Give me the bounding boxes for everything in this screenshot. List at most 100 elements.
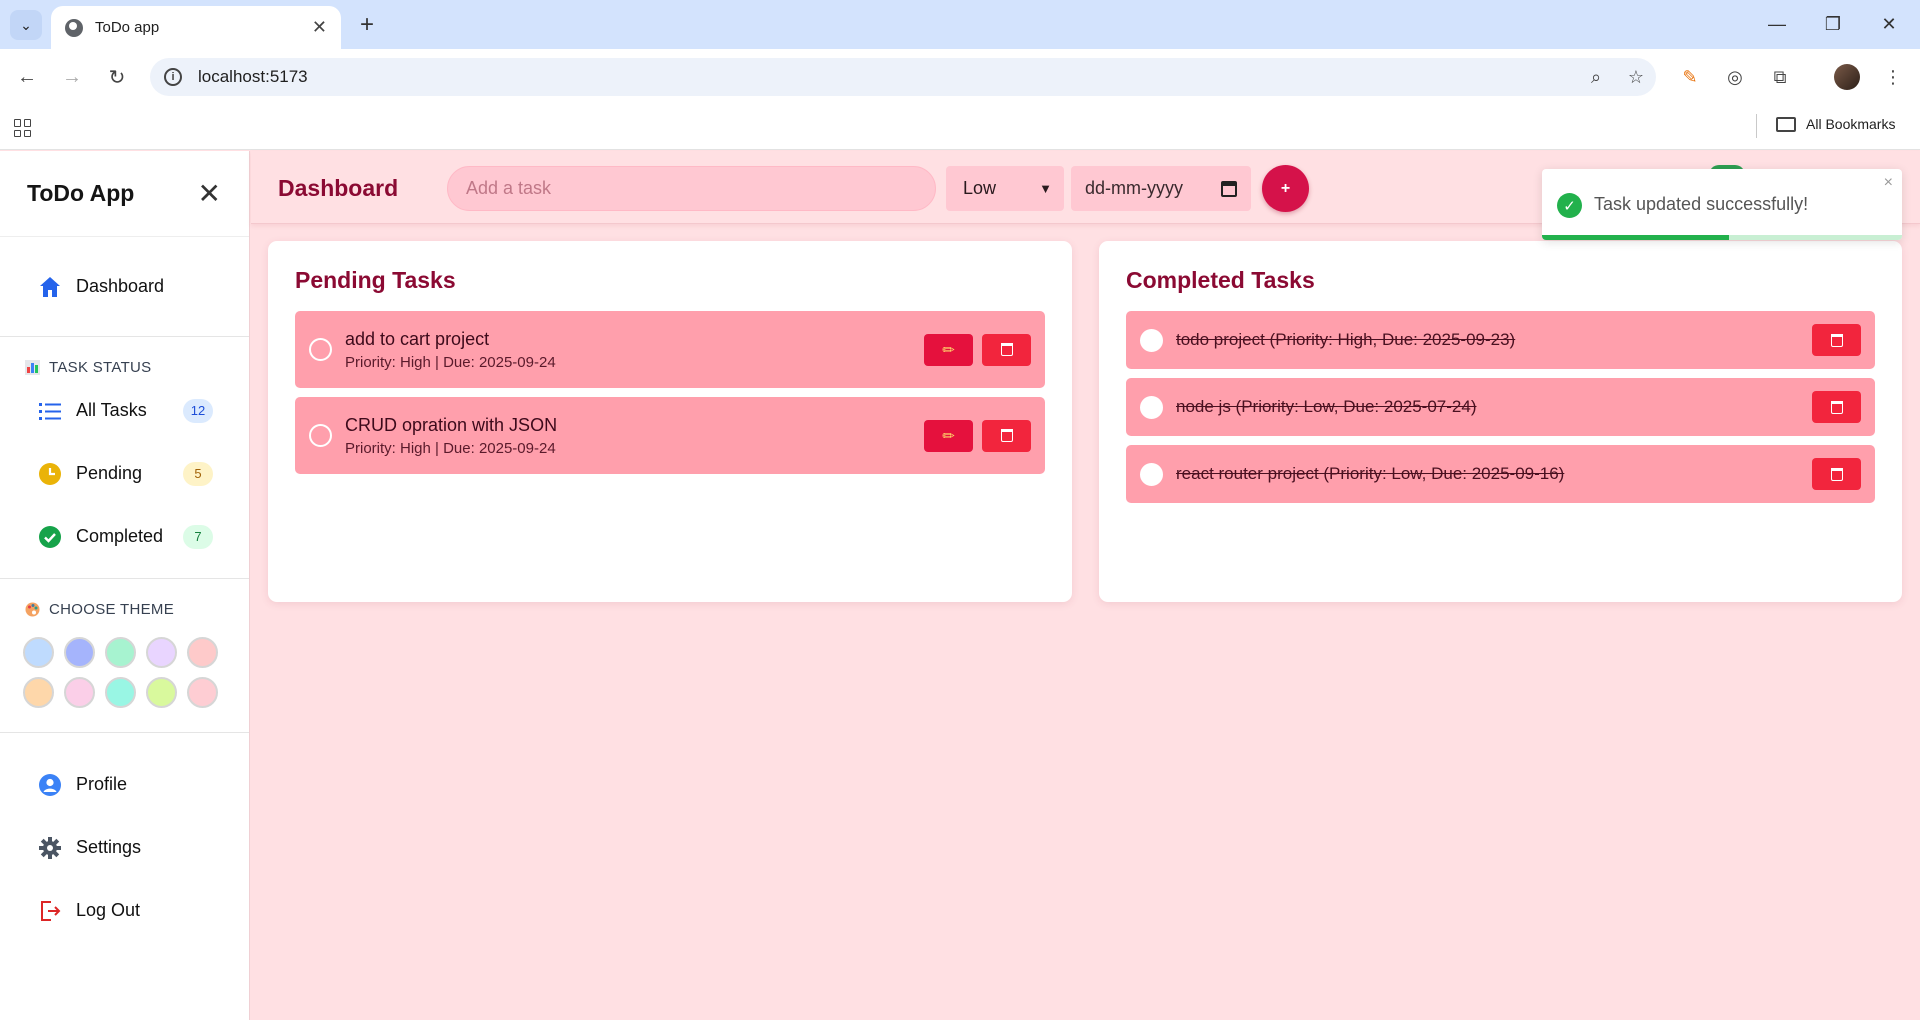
back-button[interactable]: ← [11, 61, 43, 93]
pencil-icon: ✏ [942, 427, 955, 445]
sidebar-item-label: Profile [76, 774, 128, 794]
sidebar-item-completed[interactable]: Completed 7 [0, 505, 249, 568]
edit-task-button[interactable]: ✏ [924, 333, 973, 366]
theme-swatch[interactable] [187, 637, 218, 668]
trash-icon [1830, 400, 1843, 414]
delete-task-button[interactable] [1812, 391, 1861, 423]
theme-swatch[interactable] [64, 677, 95, 708]
completed-task-text: react router project (Priority: Low, Due… [1176, 464, 1565, 483]
sidebar-item-profile[interactable]: Profile [0, 753, 249, 816]
logout-icon [38, 899, 62, 923]
home-icon [38, 275, 62, 299]
calendar-icon[interactable] [1221, 180, 1237, 197]
bookmark-star-icon[interactable]: ☆ [1616, 67, 1656, 88]
completed-task-text: todo project (Priority: High, Due: 2025-… [1176, 330, 1516, 349]
priority-select[interactable]: Low ▼ [946, 166, 1064, 211]
url-text[interactable]: localhost:5173 [198, 67, 1576, 87]
user-circle-icon [38, 773, 62, 797]
bookmarks-separator [1756, 114, 1757, 138]
completed-task-row: todo project (Priority: High, Due: 2025-… [1126, 311, 1875, 369]
chevron-down-icon: ▼ [1039, 181, 1052, 196]
task-name: CRUD opration with JSON [345, 414, 558, 435]
close-window-button[interactable]: ✕ [1862, 8, 1916, 40]
omnibox[interactable]: i localhost:5173 ⌕ ☆ [150, 58, 1656, 96]
pending-tasks-title: Pending Tasks [295, 267, 456, 293]
sidebar-item-settings[interactable]: Settings [0, 816, 249, 879]
app-title: ToDo App [27, 180, 135, 206]
add-task-placeholder: Add a task [466, 178, 552, 198]
task-complete-radio[interactable] [309, 338, 332, 361]
all-bookmarks-button[interactable]: All Bookmarks [1776, 116, 1895, 132]
zoom-icon[interactable]: ⌕ [1576, 67, 1616, 88]
folder-icon [1776, 116, 1796, 132]
theme-swatch[interactable] [105, 677, 136, 708]
menu-kebab-icon[interactable]: ⋮ [1879, 63, 1907, 91]
trash-icon [1830, 467, 1843, 481]
apps-grid-icon[interactable] [14, 119, 32, 137]
bookmarks-bar: All Bookmarks [0, 104, 1920, 150]
extension-icon[interactable]: ◎ [1721, 63, 1749, 91]
theme-swatch[interactable] [64, 637, 95, 668]
add-task-button[interactable]: + [1262, 165, 1309, 212]
task-uncomplete-radio[interactable] [1140, 462, 1163, 486]
sidebar-item-label: Log Out [76, 900, 141, 920]
task-row: CRUD opration with JSON Priority: High |… [295, 397, 1045, 474]
toast-progress-bar [1542, 235, 1730, 240]
task-uncomplete-radio[interactable] [1140, 395, 1163, 419]
success-check-icon: ✓ [1557, 193, 1582, 218]
sidebar-item-pending[interactable]: Pending 5 [0, 442, 249, 505]
new-tab-button[interactable]: + [352, 10, 382, 40]
browser-tab[interactable]: ToDo app ✕ [51, 6, 341, 49]
extension-pen-icon[interactable]: ✎ [1676, 63, 1704, 91]
completed-task-row: react router project (Priority: Low, Due… [1126, 445, 1875, 503]
sidebar-item-label: Settings [76, 837, 142, 857]
theme-swatch[interactable] [187, 677, 218, 708]
delete-task-button[interactable] [1812, 324, 1861, 356]
theme-swatch[interactable] [23, 677, 54, 708]
edit-task-button[interactable]: ✏ [924, 419, 973, 452]
priority-value: Low [963, 178, 997, 198]
theme-swatch[interactable] [23, 637, 54, 668]
forward-button[interactable]: → [56, 61, 88, 93]
reload-button[interactable]: ↻ [101, 61, 133, 93]
sidebar-main-nav: Dashboard [0, 237, 249, 337]
sidebar-item-dashboard[interactable]: Dashboard [0, 255, 249, 318]
task-uncomplete-radio[interactable] [1140, 328, 1163, 352]
all-tasks-count-badge: 12 [183, 398, 213, 423]
due-date-input[interactable]: dd-mm-yyyy [1071, 166, 1251, 211]
toast-message: Task updated successfully! [1594, 194, 1809, 214]
tab-close-icon[interactable]: ✕ [312, 17, 327, 38]
site-info-icon[interactable]: i [164, 68, 182, 86]
delete-task-button[interactable] [982, 419, 1031, 452]
minimize-button[interactable]: — [1750, 8, 1804, 40]
add-task-input[interactable]: Add a task [447, 166, 936, 211]
tab-search-chevron-icon[interactable]: ⌄ [10, 10, 42, 40]
task-complete-radio[interactable] [309, 424, 332, 447]
completed-count-badge: 7 [183, 524, 213, 549]
extensions-puzzle-icon[interactable]: ⧉ [1766, 63, 1794, 91]
pencil-icon: ✏ [942, 341, 955, 359]
completed-task-text: node js (Priority: Low, Due: 2025-07-24) [1176, 397, 1477, 416]
clock-icon [38, 462, 62, 486]
todo-app: ToDo App ✕ Dashboard TASK STATUS All Tas… [0, 151, 1920, 1020]
task-name: add to cart project [345, 328, 490, 349]
delete-task-button[interactable] [1812, 458, 1861, 490]
task-status-section: TASK STATUS All Tasks 12 Pending 5 Compl… [0, 355, 249, 579]
theme-swatch[interactable] [146, 637, 177, 668]
profile-avatar[interactable] [1834, 64, 1860, 90]
sidebar-item-logout[interactable]: Log Out [0, 879, 249, 942]
pending-tasks-panel: Pending Tasks add to cart project Priori… [268, 241, 1072, 602]
theme-swatch[interactable] [105, 637, 136, 668]
sidebar-item-all-tasks[interactable]: All Tasks 12 [0, 379, 249, 442]
theme-swatch[interactable] [146, 677, 177, 708]
restore-button[interactable]: ❐ [1806, 8, 1860, 40]
sidebar-item-label: Dashboard [76, 276, 165, 296]
delete-task-button[interactable] [982, 333, 1031, 366]
sidebar-close-icon[interactable]: ✕ [198, 177, 221, 210]
toast-close-icon[interactable]: × [1884, 174, 1893, 192]
sidebar-header: ToDo App ✕ [0, 151, 249, 237]
task-meta: Priority: High | Due: 2025-09-24 [345, 439, 556, 457]
theme-section: CHOOSE THEME [0, 597, 249, 733]
pending-count-badge: 5 [183, 461, 213, 486]
sidebar: ToDo App ✕ Dashboard TASK STATUS All Tas… [0, 151, 250, 1020]
